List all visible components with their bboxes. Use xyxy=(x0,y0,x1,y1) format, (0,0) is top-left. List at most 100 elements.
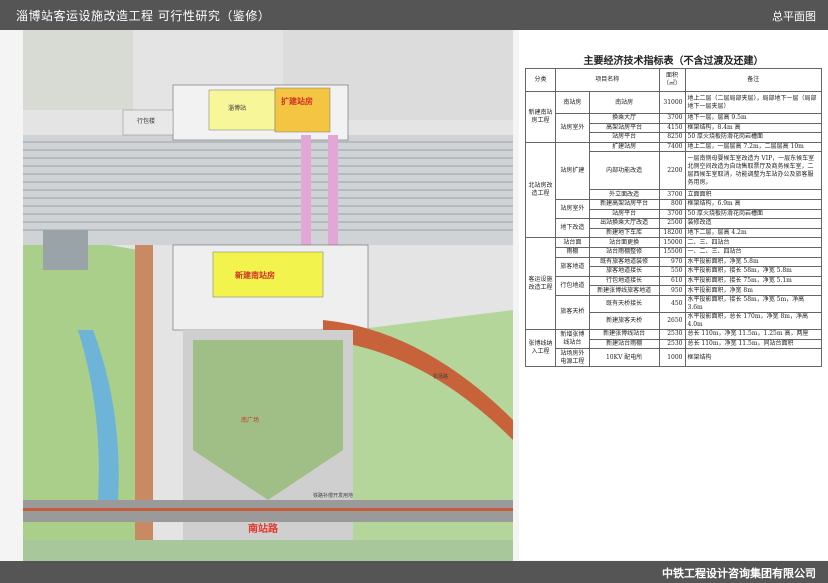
table-row: 行包地道 行包地道接长 610 水平投影面积，接长 75m，净宽 5.1m xyxy=(526,275,822,296)
group-name: 新建南站房工程 xyxy=(525,91,556,143)
document-title: 淄博站客运设施改造工程 可行性研究（鉴修） xyxy=(16,9,271,23)
note: 地下二层，层高 4.2m xyxy=(684,227,822,239)
new-south-station-label: 新建南站房 xyxy=(235,271,275,280)
header-note: 备注 xyxy=(684,68,822,92)
area-value: 4150 xyxy=(658,122,686,134)
item-name: 换乘大厅 xyxy=(588,113,660,124)
item-name: 站台面更换 xyxy=(588,237,660,248)
footer-bar: 中铁工程设计咨询集团有限公司 xyxy=(0,561,828,583)
note: 地上二层（二层局部夹层），局部地下一层（局部地下一层夹层） xyxy=(684,91,822,114)
area-value: 970 xyxy=(658,256,686,268)
freight-building-label: 行包楼 xyxy=(137,118,156,125)
note: 框架结构，8.4m 高 xyxy=(684,122,822,134)
site-plan-map: 淄博站 扩建站房 行包楼 新建南站房 南广场 南站路 机场路 铁路补偿开发用地 xyxy=(23,30,513,575)
airport-road-label: 机场路 xyxy=(433,374,449,380)
item-name: 新建旅客天桥 xyxy=(588,311,660,330)
table-title: 主要经济技术指标表（不含过渡及还建） xyxy=(583,56,764,67)
area-value: 31000 xyxy=(658,91,686,114)
area-value: 15000 xyxy=(658,237,686,248)
south-road-label: 南站路 xyxy=(248,524,278,535)
table-row: 地下改造 出站换乘大厅改造 2500 装修改造 xyxy=(526,218,822,239)
item-name: 10KV 配电所 xyxy=(588,348,660,368)
area-value: 2500 xyxy=(658,218,686,229)
railway-access-label: 铁路补偿开发用地 xyxy=(313,493,354,499)
item-name: 站台雨棚整修 xyxy=(588,246,660,258)
sub-category: 南站房 xyxy=(554,91,590,114)
item-name: 新建张博线站台 xyxy=(588,328,660,340)
area-value: 1000 xyxy=(658,348,686,368)
note: 装修改造 xyxy=(684,218,822,229)
table-row: 张博线纳入工程 新增张博线站台 新建张博线站台 2530 总长 110m，净宽 … xyxy=(525,328,822,368)
area-value: 2650 xyxy=(658,311,686,330)
area-value: 2530 xyxy=(658,338,686,350)
sub-category: 地下改造 xyxy=(554,218,590,239)
note: 50 厚火烧板防滑花岗岩槽面 xyxy=(684,132,822,143)
table-row: 新建南站房工程 南站房 南站房 31000 地上二层（二层局部夹层），局部地下一… xyxy=(525,91,822,143)
group-name: 张博线纳入工程 xyxy=(525,328,556,368)
item-name: 高架站房平台 xyxy=(588,122,660,134)
item-name: 既有天桥接长 xyxy=(588,294,660,313)
note: 总长 110m，净宽 11.5m，1.25m 高，两座 xyxy=(684,328,822,340)
note: 水平投影面积，接长 58m，净宽 5m，净高 3.6m xyxy=(684,294,822,313)
header-item: 项目名称 xyxy=(554,68,660,92)
item-name: 扩建站房 xyxy=(588,141,660,153)
section-label: 总平面图 xyxy=(772,10,816,23)
item-name: 旅客地道接长 xyxy=(588,266,660,277)
item-name: 外立面改造 xyxy=(588,189,660,200)
sub-category: 站场房外电源工程 xyxy=(554,348,590,368)
sub-category: 雨棚 xyxy=(554,246,590,258)
item-name: 新建高架站房平台 xyxy=(588,198,660,210)
item-name: 南站房 xyxy=(588,91,660,114)
area-value: 610 xyxy=(658,275,686,287)
group-name: 客运设施改造工程 xyxy=(525,237,556,330)
note: 水平投影面积，净宽 8m xyxy=(684,285,822,296)
group-name: 北站房改造工程 xyxy=(525,141,556,239)
area-value: 18200 xyxy=(658,227,686,239)
area-value: 8250 xyxy=(658,132,686,143)
indicator-table: 分类 项目名称 面积（㎡） 备注 新建南站房工程 南站房 南站房 31000 地… xyxy=(525,68,822,368)
note: 地下一层，层高 9.5m xyxy=(684,113,822,124)
sub-category: 站房扩建 xyxy=(554,141,590,200)
item-name: 新建站台雨棚 xyxy=(588,338,660,350)
table-row: 旅客地道 既有旅客地道装修 970 水平投影面积，净宽 5.8m xyxy=(526,256,822,277)
note: 一层南侧母婴候车室改造为 VIP，一层东候车室北侧空间改造为自动售取票厅及商务候… xyxy=(684,151,822,191)
area-value: 800 xyxy=(658,198,686,210)
item-name: 既有旅客地道装修 xyxy=(588,256,660,268)
note: 总长 110m，净宽 11.5m，同站台面积 xyxy=(684,338,822,350)
item-name: 行包地道接长 xyxy=(588,275,660,287)
sub-category: 旅客天桥 xyxy=(554,294,590,330)
note: 地上二层，一层层高 7.2m，二层层高 10m xyxy=(684,141,822,153)
note: 水平投影面积，净宽 5.8m xyxy=(684,256,822,268)
area-value: 3700 xyxy=(658,189,686,200)
organization-name: 中铁工程设计咨询集团有限公司 xyxy=(662,567,816,580)
note: 水平投影面积，接长 58m，净宽 5.8m xyxy=(684,266,822,277)
area-value: 2200 xyxy=(658,151,686,191)
sub-category: 站房室外 xyxy=(554,113,590,143)
south-square-label: 南广场 xyxy=(241,417,260,424)
item-name: 内部功能改造 xyxy=(588,151,660,191)
item-name: 站房平台 xyxy=(588,208,660,220)
table-row: 站房室外 换乘大厅 3700 地下一层，层高 9.5m xyxy=(526,113,822,143)
note: 水平投影面积，接长 75m，净宽 5.1m xyxy=(684,275,822,287)
table-row: 雨棚 站台雨棚整修 15500 一、二、三、四站台 xyxy=(526,246,822,258)
area-value: 7400 xyxy=(658,141,686,153)
note: 水平投影面积，总长 170m，净宽 8m，净高 4.0m xyxy=(684,311,822,330)
area-value: 2530 xyxy=(658,328,686,340)
note: 一、二、三、四站台 xyxy=(684,246,822,258)
header-category: 分类 xyxy=(525,68,556,92)
area-value: 3700 xyxy=(658,113,686,124)
note: 立面面积 xyxy=(684,189,822,200)
area-value: 3700 xyxy=(658,208,686,220)
area-value: 950 xyxy=(658,285,686,296)
expand-station-label: 扩建站房 xyxy=(281,97,313,106)
area-value: 450 xyxy=(658,294,686,313)
table-row: 客运设施改造工程 站台面 站台面更换 15000 二、三、四站台 xyxy=(525,237,822,330)
sub-category: 站台面 xyxy=(554,237,590,248)
note: 框架结构 xyxy=(684,348,822,368)
item-name: 新建张博线旅客地道 xyxy=(588,285,660,296)
note: 50 厚火烧板防滑花岗岩槽面 xyxy=(684,208,822,220)
site-plan-drawing xyxy=(23,30,513,575)
sub-category: 站房室外 xyxy=(554,198,590,220)
indicator-panel: 主要经济技术指标表（不含过渡及还建） 分类 项目名称 面积（㎡） 备注 新建南站… xyxy=(519,30,828,560)
table-row: 站房室外 新建高架站房平台 800 框架结构，6.9m 高 xyxy=(526,198,822,220)
